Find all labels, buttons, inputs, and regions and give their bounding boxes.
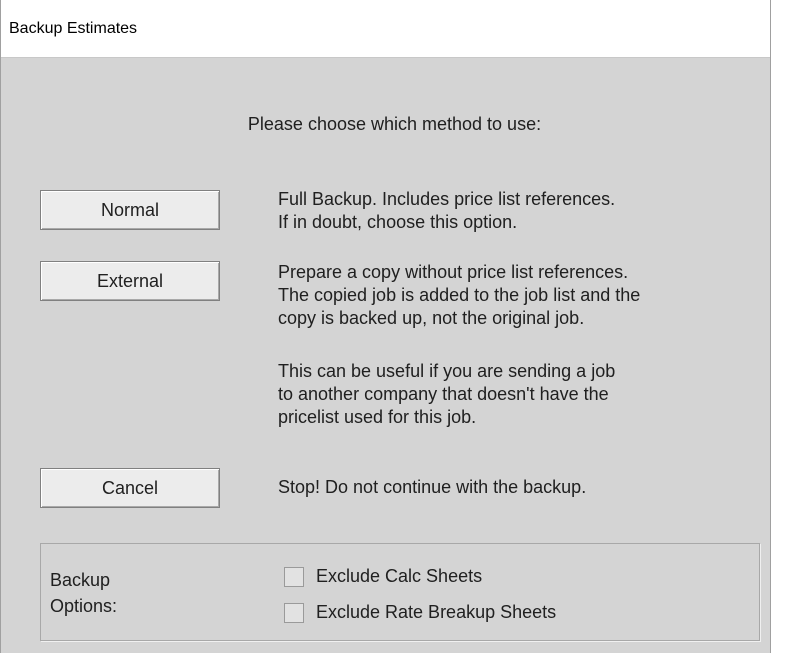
exclude-rate-breakup-sheets-option[interactable]: Exclude Rate Breakup Sheets xyxy=(284,602,556,623)
exclude-calc-sheets-option[interactable]: Exclude Calc Sheets xyxy=(284,566,482,587)
normal-description-line: Full Backup. Includes price list referen… xyxy=(278,189,616,209)
external-note-line: This can be useful if you are sending a … xyxy=(278,361,616,381)
external-description: Prepare a copy without price list refere… xyxy=(278,261,768,330)
cancel-button[interactable]: Cancel xyxy=(40,468,220,508)
external-description-line: copy is backed up, not the original job. xyxy=(278,308,585,328)
backup-options-label-line: Options: xyxy=(50,596,118,616)
external-description-line: The copied job is added to the job list … xyxy=(278,285,641,305)
cancel-description-line: Stop! Do not continue with the backup. xyxy=(278,477,587,497)
exclude-calc-sheets-checkbox[interactable] xyxy=(284,566,304,587)
cancel-description: Stop! Do not continue with the backup. xyxy=(278,476,768,499)
backup-options-label: Backup Options: xyxy=(50,567,117,619)
exclude-rate-breakup-sheets-label[interactable]: Exclude Rate Breakup Sheets xyxy=(316,602,556,623)
external-button[interactable]: External xyxy=(40,261,220,301)
exclude-calc-sheets-label[interactable]: Exclude Calc Sheets xyxy=(316,566,482,587)
external-note-line: pricelist used for this job. xyxy=(278,407,477,427)
external-description-line: Prepare a copy without price list refere… xyxy=(278,262,629,282)
title-bar[interactable]: Backup Estimates xyxy=(1,0,770,58)
backup-options-label-line: Backup xyxy=(50,570,111,590)
window-title: Backup Estimates xyxy=(9,20,138,37)
backup-options-group xyxy=(40,543,760,641)
normal-button[interactable]: Normal xyxy=(40,190,220,230)
exclude-rate-breakup-sheets-checkbox[interactable] xyxy=(284,602,304,623)
normal-description-line: If in doubt, choose this option. xyxy=(278,212,518,232)
external-note-line: to another company that doesn't have the xyxy=(278,384,609,404)
external-note: This can be useful if you are sending a … xyxy=(278,360,768,429)
normal-description: Full Backup. Includes price list referen… xyxy=(278,188,768,234)
method-prompt: Please choose which method to use: xyxy=(247,114,542,134)
